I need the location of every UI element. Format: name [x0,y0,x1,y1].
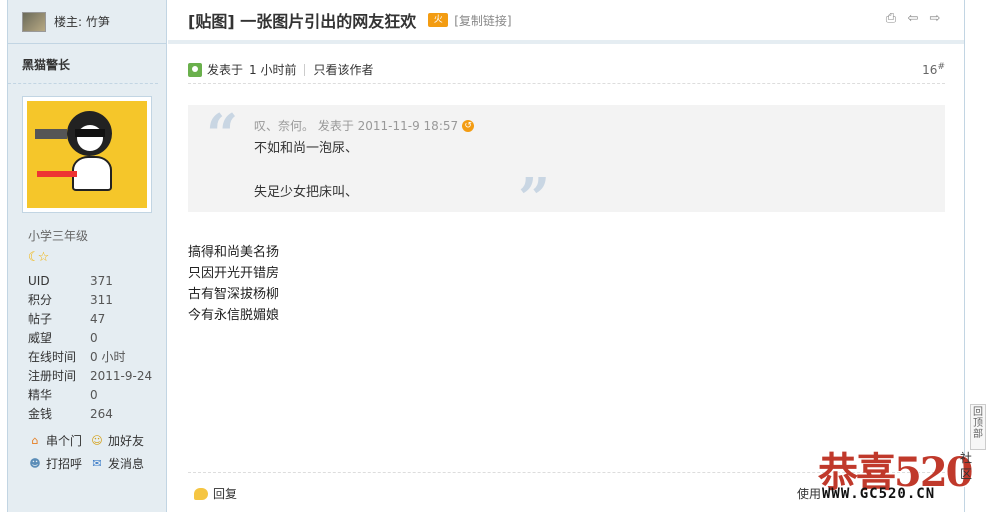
next-thread-icon[interactable]: ⇨ [928,12,942,26]
reply-label: 回复 [213,487,238,501]
message-button[interactable]: ✉ 发消息 [90,455,170,472]
stat-row-points: 积分 311 [28,293,113,307]
avatar-image [27,101,147,208]
stat-row-posts: 帖子 47 [28,312,106,326]
post-main: [贴图] 一张图片引出的网友狂欢 火 [复制链接] ⎙ ⇦ ⇨ 发表于 1 小时… [168,0,965,512]
only-author-link[interactable]: 只看该作者 [313,61,373,78]
stat-row-registered: 注册时间 2011-9-24 [28,369,153,383]
author-actions: ⌂ 串个门 ☺ 加好友 ☻ 打招呼 ✉ 发消息 [28,432,166,472]
prev-thread-icon[interactable]: ⇦ [906,12,920,26]
host-bar: 楼主: 竹笋 [8,0,166,44]
floor-value: 16 [922,63,938,77]
avatar-stripe [37,171,77,177]
post-meta: 发表于 1 小时前 只看该作者 16# [188,56,945,84]
quote-header: 叹、奈何。 发表于 2011-11-9 18:57 ↺ [254,117,475,134]
stat-row-online: 在线时间 0 小时 [28,350,126,364]
thread-title: [贴图] 一张图片引出的网友狂欢 [188,12,417,31]
copy-link[interactable]: [复制链接] [454,12,511,29]
visit-button[interactable]: ⌂ 串个门 [28,432,90,449]
stat-row-money: 金钱 264 [28,407,113,421]
poke-button[interactable]: ☻ 打招呼 [28,455,90,472]
reply-icon [194,487,208,500]
floor-number[interactable]: 16# [922,62,945,77]
jump-to-quote-icon[interactable]: ↺ [462,119,475,132]
stat-row-digest: 精华 0 [28,388,98,402]
poke-icon: ☻ [29,457,41,470]
floor-mark: # [937,62,945,72]
quote-block: “ 叹、奈何。 发表于 2011-11-9 18:57 ↺ 不如和尚一泡尿、 失… [188,102,945,227]
author-name[interactable]: 黑猫警长 [8,44,158,84]
post-line: 今有永信脱媚娘 [188,308,280,323]
online-status-icon [188,62,202,77]
print-icon[interactable]: ⎙ [884,12,898,26]
host-avatar[interactable] [22,11,46,32]
handshake-icon: ☺ [91,434,103,447]
post-footer: 回复 使用 [188,472,945,512]
use-link[interactable]: 使用 [797,485,821,502]
message-label: 发消息 [108,457,145,471]
page: 楼主: 竹笋 黑猫警长 小学三年级 ☾☆ UID 371 积分 311 帖子 47 威… [0,0,986,512]
avatar-gun [35,129,67,139]
stat-row-prestige: 威望 0 [28,331,98,345]
post-line: 搞得和尚美名扬 [188,245,280,260]
meta-divider [304,63,306,76]
envelope-icon: ✉ [92,457,102,470]
host-label[interactable]: 楼主: 竹笋 [54,13,110,30]
user-stats: UID 371 积分 311 帖子 47 威望 0 在线时间 0 小时 注册时间 2011-… [28,272,166,424]
quote-close-icon: ” [518,166,551,232]
quote-source: 叹、奈何。 发表于 2011-11-9 18:57 [254,119,459,133]
hot-icon: 火 [428,13,449,27]
avatar-cat-body [72,156,112,191]
post-body: 搞得和尚美名扬 只因开光开错房 古有智深拔杨柳 今有永信脱媚娘 [188,242,279,326]
post-time: 1 小时前 [249,63,297,77]
posted-label: 发表于 [207,63,244,77]
avatar-cat-mask [75,129,105,137]
avatar[interactable] [22,96,152,213]
rank-stars-icon: ☾☆ [28,250,49,265]
back-to-top-button[interactable]: 回顶部 [970,404,986,450]
home-icon: ⌂ [31,434,39,447]
add-friend-label: 加好友 [108,434,145,448]
quote-line-1: 不如和尚一泡尿、 [254,141,359,156]
add-friend-button[interactable]: ☺ 加好友 [90,432,170,449]
author-sidebar: 楼主: 竹笋 黑猫警长 小学三年级 ☾☆ UID 371 积分 311 帖子 47 威… [7,0,167,512]
user-rank[interactable]: 小学三年级 [28,227,166,244]
visit-label: 串个门 [46,434,83,448]
quote-open-icon: “ [206,102,239,168]
quote-line-2: 失足少女把床叫、 [254,185,359,200]
stat-row-uid: UID 371 [28,274,113,288]
poke-label: 打招呼 [46,457,83,471]
reply-button[interactable]: 回复 [194,485,237,502]
thread-title-bar: [贴图] 一张图片引出的网友狂欢 火 [复制链接] ⎙ ⇦ ⇨ [168,0,964,44]
post-line: 古有智深拔杨柳 [188,287,280,302]
thread-tools: ⎙ ⇦ ⇨ [884,12,942,26]
post-line: 只因开光开错房 [188,266,280,281]
